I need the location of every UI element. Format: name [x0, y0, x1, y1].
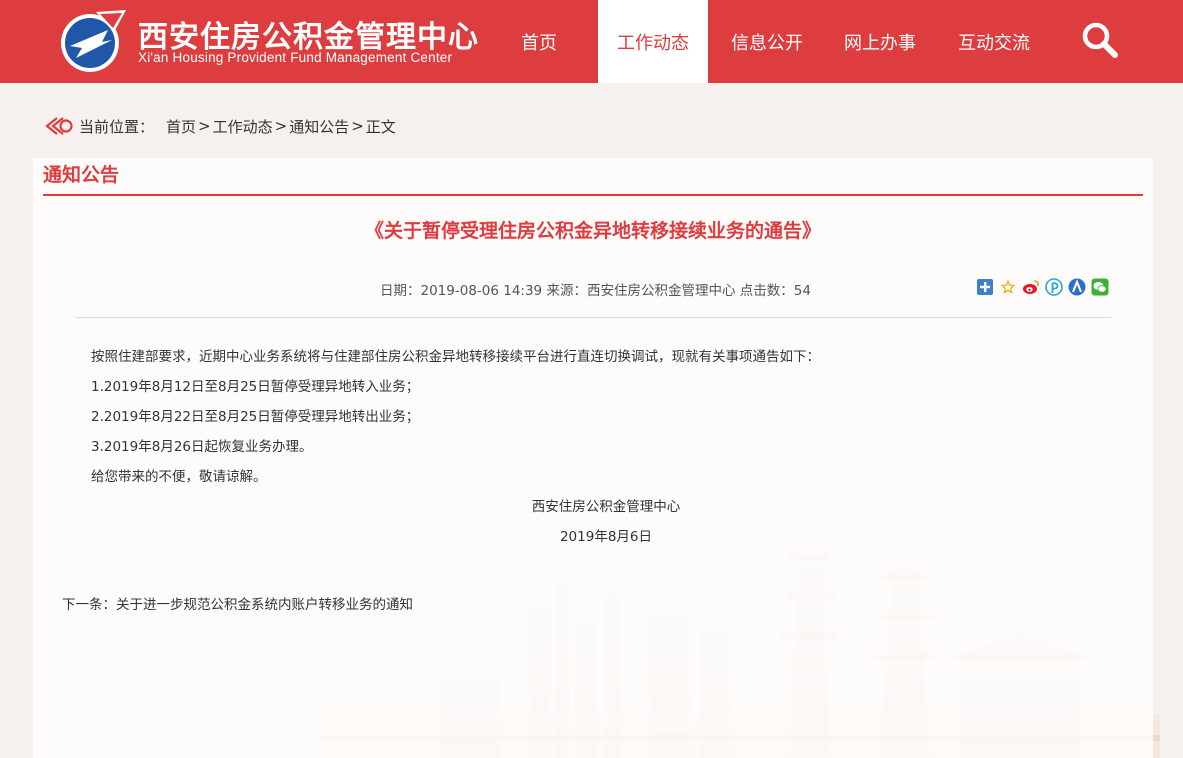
housing-fund-logo-icon: [61, 10, 126, 72]
article-signature: 西安住房公积金管理中心: [531, 499, 681, 515]
nav-item-home[interactable]: 首页: [484, 0, 594, 83]
nav-item-online-service[interactable]: 网上办事: [825, 0, 935, 83]
breadcrumb-current: 正文: [365, 117, 396, 136]
article-date: 2019年8月6日: [559, 529, 653, 545]
breadcrumb: 当前位置： 首页 > 工作动态 > 通知公告 > 正文: [45, 114, 396, 138]
breadcrumb-separator: >: [351, 117, 364, 135]
share-toolbar: [976, 278, 1109, 296]
breadcrumb-prefix: 当前位置：: [79, 117, 155, 136]
article-paragraph: 1.2019年8月12日至8月25日暂停受理异地转入业务；: [91, 379, 420, 395]
logo-english-name: Xi'an Housing Provident Fund Management …: [138, 50, 453, 65]
favorite-star-icon[interactable]: [999, 278, 1017, 296]
weibo-icon[interactable]: [1022, 278, 1040, 296]
site-logo[interactable]: 西安住房公积金管理中心 Xi'an Housing Provident Fund…: [56, 6, 478, 76]
wechat-icon[interactable]: [1091, 278, 1109, 296]
breadcrumb-work-news[interactable]: 工作动态: [213, 116, 273, 137]
section-divider: [43, 194, 1143, 196]
article-title: 《关于暂停受理住房公积金异地转移接续业务的通告》: [364, 220, 821, 242]
nav-item-work-news[interactable]: 工作动态: [598, 0, 708, 83]
site-header: 西安住房公积金管理中心 Xi'an Housing Provident Fund…: [0, 0, 1183, 83]
next-article-prefix: 下一条：: [62, 597, 116, 613]
breadcrumb-notices[interactable]: 通知公告: [289, 116, 349, 137]
article-meta: 日期：2019-08-06 14:39 来源：西安住房公积金管理中心 点击数：5…: [380, 283, 811, 299]
location-arrow-icon: [45, 117, 73, 135]
search-icon[interactable]: [1080, 20, 1120, 60]
pinterest-icon[interactable]: [1045, 278, 1063, 296]
baidu-icon[interactable]: [1068, 278, 1086, 296]
nav-item-interaction[interactable]: 互动交流: [939, 0, 1049, 83]
article-paragraph: 按照住建部要求，近期中心业务系统将与住建部住房公积金异地转移接续平台进行直连切换…: [91, 349, 820, 365]
content-panel: [33, 158, 1153, 758]
article-paragraph: 给您带来的不便，敬请谅解。: [91, 469, 267, 485]
breadcrumb-home[interactable]: 首页: [166, 116, 196, 137]
section-title: 通知公告: [43, 164, 120, 186]
next-article-link[interactable]: 关于进一步规范公积金系统内账户转移业务的通知: [116, 597, 413, 613]
breadcrumb-separator: >: [274, 117, 288, 135]
qzone-icon[interactable]: [976, 278, 994, 296]
meta-divider: [75, 317, 1111, 318]
next-article: 下一条：关于进一步规范公积金系统内账户转移业务的通知: [62, 593, 413, 613]
article-paragraph: 3.2019年8月26日起恢复业务办理。: [91, 439, 313, 455]
article-paragraph: 2.2019年8月22日至8月25日暂停受理异地转出业务；: [91, 409, 420, 425]
breadcrumb-separator: >: [198, 117, 211, 135]
nav-item-info-disclosure[interactable]: 信息公开: [712, 0, 822, 83]
